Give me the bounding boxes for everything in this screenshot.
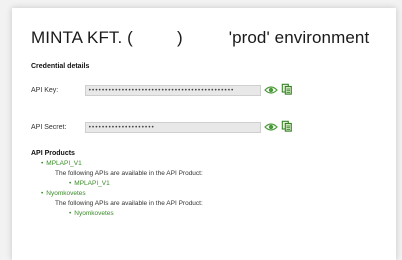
api-secret-field[interactable]: •••••••••••••••••••• — [85, 122, 261, 133]
api-products-heading: API Products — [31, 150, 75, 157]
product-link[interactable]: Nyomkovetes — [31, 189, 203, 199]
environment-label: 'prod' environment — [228, 28, 370, 47]
api-link[interactable]: Nyomkovetes — [31, 209, 203, 219]
product-link[interactable]: MPLAPI_V1 — [31, 159, 203, 169]
api-products-section: API Products MPLAPI_V1 The following API… — [31, 149, 203, 219]
credentials-card: MINTA KFT. () 'prod' environment Credenti… — [12, 8, 396, 260]
eye-icon[interactable] — [264, 84, 278, 96]
org-name: MINTA KFT. ( — [31, 28, 133, 47]
product-description: The following APIs are available in the … — [55, 200, 203, 207]
paren-close: ) — [176, 28, 183, 47]
product-description: The following APIs are available in the … — [55, 170, 203, 177]
credential-details-heading: Credential details — [31, 63, 90, 70]
api-key-field[interactable]: ••••••••••••••••••••••••••••••••••••••••… — [85, 85, 261, 96]
copy-icon[interactable] — [280, 83, 294, 95]
page-title: MINTA KFT. () 'prod' environment — [31, 28, 369, 48]
eye-icon[interactable] — [264, 121, 278, 133]
api-key-label: API Key: — [31, 87, 59, 94]
copy-icon[interactable] — [280, 120, 294, 132]
api-secret-label: API Secret: — [31, 124, 67, 131]
api-link[interactable]: MPLAPI_V1 — [31, 179, 203, 189]
